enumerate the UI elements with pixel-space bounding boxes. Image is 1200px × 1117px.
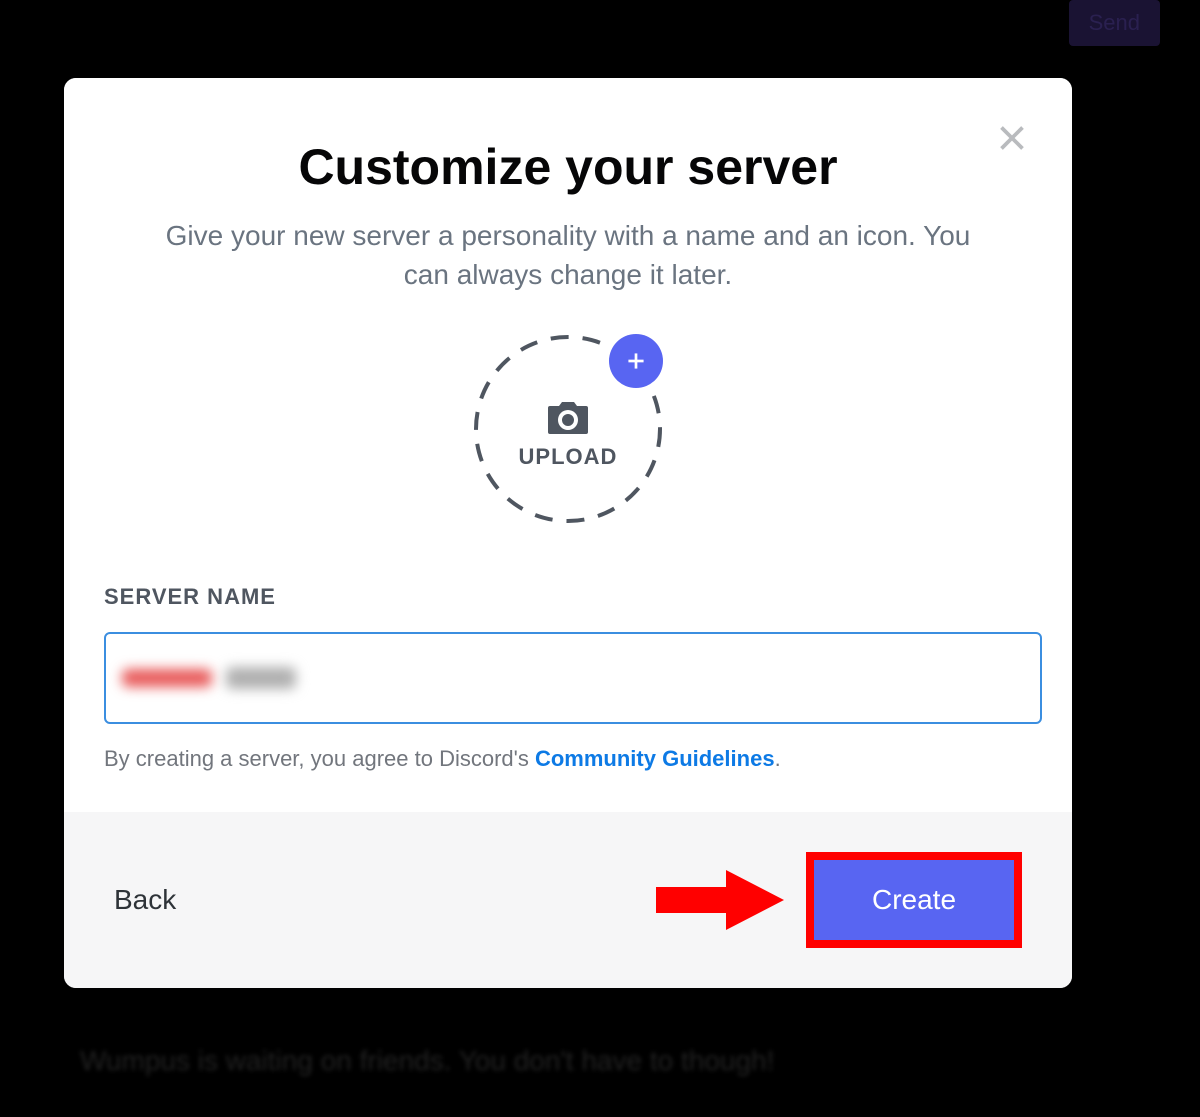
- plus-icon: [623, 348, 649, 374]
- footer-right: Create: [656, 852, 1022, 948]
- input-wrapper: [104, 632, 1042, 724]
- customize-server-modal: Customize your server Give your new serv…: [64, 78, 1072, 988]
- create-button-highlight: Create: [806, 852, 1022, 948]
- terms-text: By creating a server, you agree to Disco…: [104, 746, 1042, 772]
- close-icon: [994, 120, 1030, 156]
- close-button[interactable]: [992, 118, 1032, 158]
- terms-prefix: By creating a server, you agree to Disco…: [104, 746, 535, 771]
- modal-footer: Back Create: [64, 812, 1072, 988]
- modal-subtitle: Give your new server a personality with …: [153, 216, 983, 294]
- community-guidelines-link[interactable]: Community Guidelines: [535, 746, 775, 771]
- server-name-label: SERVER NAME: [104, 584, 1042, 610]
- server-name-group: SERVER NAME By creating a server, you ag…: [104, 584, 1042, 772]
- back-button[interactable]: Back: [114, 884, 176, 916]
- upload-label: UPLOAD: [519, 444, 618, 470]
- terms-suffix: .: [775, 746, 781, 771]
- annotation-arrow: [656, 865, 786, 935]
- create-button[interactable]: Create: [814, 860, 1014, 940]
- background-wumpus-text: Wumpus is waiting on friends. You don't …: [80, 1045, 774, 1077]
- modal-title: Customize your server: [104, 138, 1032, 196]
- server-name-input[interactable]: [104, 632, 1042, 724]
- arrow-icon: [656, 865, 786, 935]
- upload-avatar-button[interactable]: UPLOAD: [473, 334, 663, 524]
- modal-body: Customize your server Give your new serv…: [64, 78, 1072, 812]
- upload-zone: UPLOAD: [104, 334, 1032, 524]
- background-send-button: Send: [1069, 0, 1160, 46]
- plus-badge: [609, 334, 663, 388]
